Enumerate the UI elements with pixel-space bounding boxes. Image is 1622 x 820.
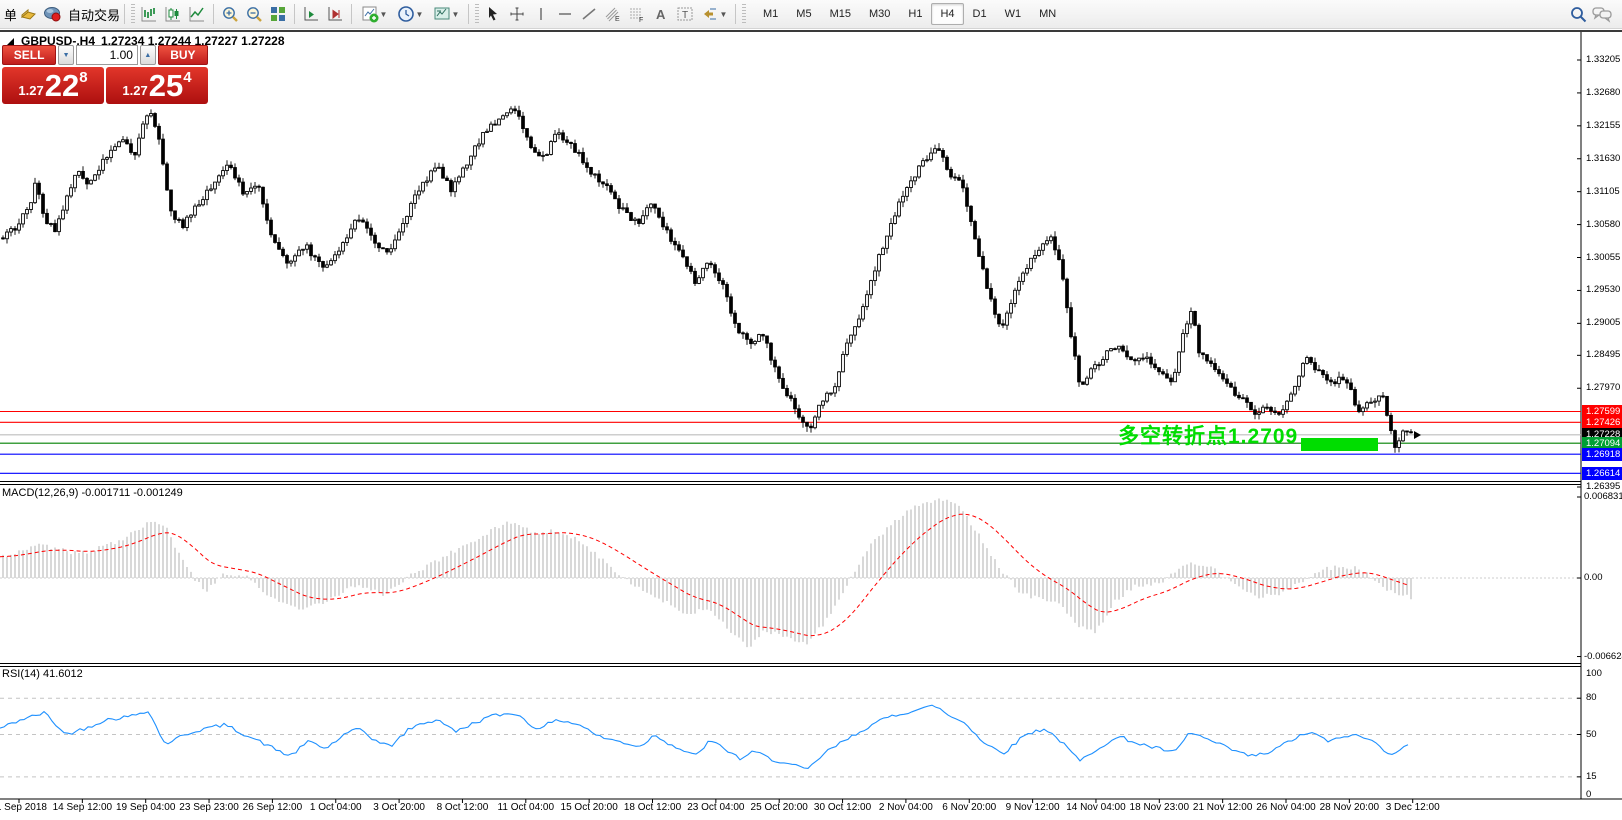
- sell-button[interactable]: SELL: [2, 45, 56, 65]
- macd-indicator-label: MACD(12,26,9) -0.001711 -0.001249: [2, 487, 183, 499]
- rsi-line: [0, 705, 1408, 768]
- candles-group: [2, 106, 1421, 453]
- sell-price-pip: 8: [79, 69, 87, 86]
- rsi-indicator-label: RSI(14) 41.6012: [2, 668, 83, 680]
- rsi-group: [0, 698, 1581, 777]
- buy-price-prefix: 1.27: [122, 83, 147, 98]
- panel-frames: [0, 32, 1622, 799]
- macd-signal-line: [0, 514, 1408, 635]
- sell-price-prefix: 1.27: [18, 83, 43, 98]
- axis-ticks: [19, 60, 1581, 803]
- chart-canvas[interactable]: [0, 0, 1622, 820]
- volume-input[interactable]: [76, 45, 138, 65]
- buy-price-main: 25: [149, 72, 183, 101]
- macd-group: [0, 498, 1581, 647]
- buy-price-box[interactable]: 1.27 25 4: [106, 67, 208, 104]
- sell-price-box[interactable]: 1.27 22 8: [2, 67, 104, 104]
- turning-point-annotation: 多空转折点1.2709: [1118, 420, 1298, 450]
- one-click-trading-panel: SELL ▼ ▲ BUY 1.27 22 8 1.27 25 4: [2, 45, 208, 104]
- last-price-marker: [1414, 431, 1421, 439]
- buy-button[interactable]: BUY: [158, 45, 208, 65]
- volume-decrease-button[interactable]: ▼: [58, 45, 74, 65]
- buy-price-pip: 4: [183, 69, 191, 86]
- mt4-terminal: 单 自动交易: [0, 0, 1622, 820]
- annotation-highlight: [1301, 438, 1378, 451]
- volume-increase-button[interactable]: ▲: [140, 45, 156, 65]
- sell-price-main: 22: [45, 72, 79, 101]
